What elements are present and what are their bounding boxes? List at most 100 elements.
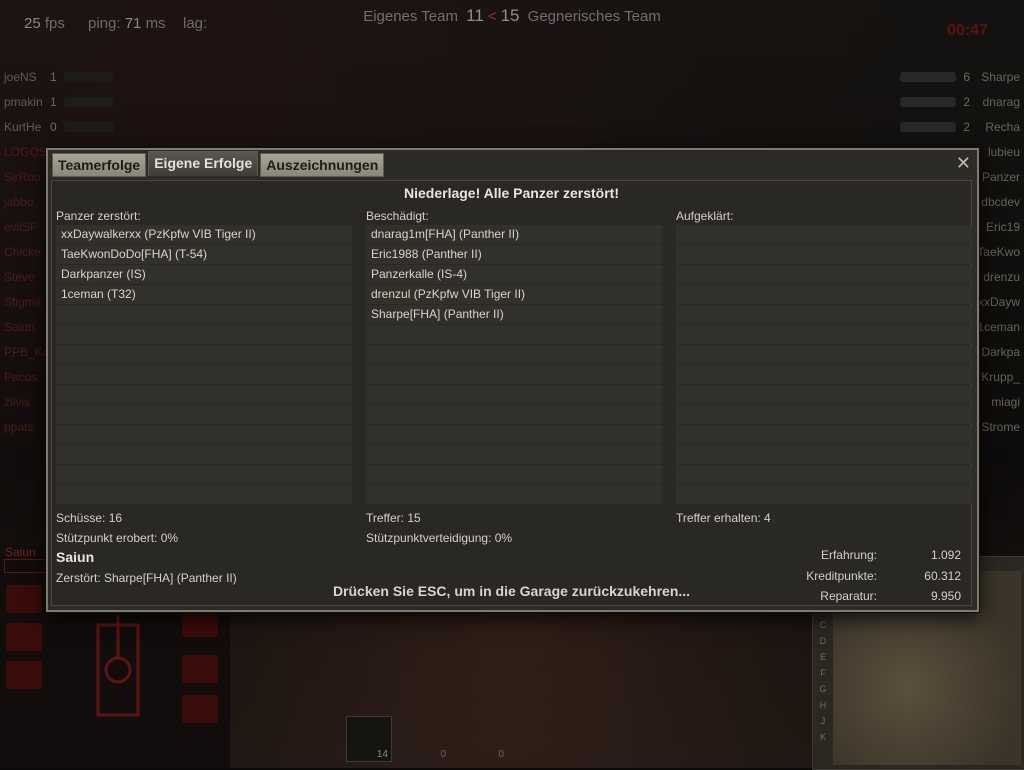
destroyed-list: xxDaywalkerxx (PzKpfw VIB Tiger II) TaeKw… xyxy=(56,225,352,505)
list-item xyxy=(56,385,352,404)
list-item xyxy=(56,425,352,444)
team-player-row: KurtHe 0 xyxy=(4,114,124,139)
list-item xyxy=(676,365,972,384)
team-player-row: joeNS 1 xyxy=(4,64,124,89)
top-hud: 25 fps ping: 71 ms lag: Eigenes Team 11 <… xyxy=(0,0,1024,40)
hud-player-name: Saiun xyxy=(5,545,36,559)
minimap-row-label: J xyxy=(820,716,826,726)
list-item xyxy=(676,305,972,324)
minimap-row-label: C xyxy=(819,620,827,630)
player-name: Stigma xyxy=(4,294,42,309)
team-player-row: pmakin 1 xyxy=(4,89,124,114)
player-name: TaeKwo xyxy=(977,244,1020,259)
reward-label: Kreditpunkte: xyxy=(806,569,877,583)
player-name: ppats xyxy=(4,419,34,434)
ammo-slot-3[interactable]: 0 xyxy=(462,716,508,762)
tank-icon xyxy=(900,71,956,82)
tab-auszeichnungen[interactable]: Auszeichnungen xyxy=(260,153,385,177)
player-name: evilSF xyxy=(4,219,38,234)
player-name: drenzu xyxy=(983,269,1020,284)
player-name: Krupp_ xyxy=(981,369,1020,384)
list-item: Eric1988 (Panther II) xyxy=(366,245,662,264)
crew-icon xyxy=(182,695,218,723)
battle-results-dialog: Teamerfolge Eigene Erfolge Auszeichnungen … xyxy=(46,148,979,612)
player-name: Sharpe xyxy=(981,69,1020,84)
list-item xyxy=(676,445,972,464)
frag-count: 1 xyxy=(50,94,57,109)
frag-count: 6 xyxy=(963,69,970,84)
battle-timer: 00:47 xyxy=(947,22,988,39)
player-name: Recha xyxy=(985,119,1020,134)
player-name: miagi xyxy=(991,394,1020,409)
team-player-row: Sharpe 6 xyxy=(890,64,1020,89)
tab-teamerfolge[interactable]: Teamerfolge xyxy=(52,153,147,177)
list-item xyxy=(366,465,662,484)
player-name: PPB_Ko xyxy=(4,344,50,359)
list-item: drenzul (PzKpfw VIB Tiger II) xyxy=(366,285,662,304)
minimap-row-label: E xyxy=(819,652,826,662)
results-panel: Niederlage! Alle Panzer zerstört! Panzer… xyxy=(51,180,972,606)
team-player-row: Recha 2 xyxy=(890,114,1020,139)
player-name: dbcdev xyxy=(981,194,1020,209)
list-item: Panzerkalle (IS-4) xyxy=(366,265,662,284)
minimap-row-labels: CDEFGHJK xyxy=(817,617,829,745)
close-icon[interactable]: ✕ xyxy=(956,153,971,173)
spotted-header: Aufgeklärt: xyxy=(676,209,734,223)
team-score: Eigenes Team 11 <15 Gegnerisches Team xyxy=(0,6,1024,26)
list-item: 1ceman (T32) xyxy=(56,285,352,304)
base-captured-stat: Stützpunkt erobert: 0% xyxy=(56,531,179,545)
crew-icon xyxy=(182,609,218,637)
ammo-slot-1[interactable]: 14 xyxy=(346,716,392,762)
enemy-score: 15 xyxy=(500,6,520,25)
reward-value: 60.312 xyxy=(924,569,961,583)
minimap-row-label: H xyxy=(819,700,827,710)
tank-icon xyxy=(900,96,956,107)
tank-icon xyxy=(64,121,114,132)
list-item xyxy=(676,425,972,444)
player-name: zilvis xyxy=(4,394,30,409)
player-name: KurtHe xyxy=(4,119,42,134)
list-item xyxy=(56,305,352,324)
list-item xyxy=(676,285,972,304)
destroyed-header: Panzer zerstört: xyxy=(56,209,141,223)
tab-eigene-erfolge[interactable]: Eigene Erfolge xyxy=(148,151,259,176)
tank-icon xyxy=(64,71,114,82)
list-item: dnarag1m[FHA] (Panther II) xyxy=(366,225,662,244)
player-name: Steve xyxy=(4,269,35,284)
list-item xyxy=(676,225,972,244)
shots-stat: Schüsse: 16 xyxy=(56,511,123,525)
damaged-list: dnarag1m[FHA] (Panther II) Eric1988 (Pant… xyxy=(366,225,662,505)
list-item xyxy=(676,325,972,344)
base-defended-stat: Stützpunktverteidigung: 0% xyxy=(366,531,513,545)
player-name: lubieu xyxy=(987,144,1020,159)
list-item: TaeKwonDoDo[FHA] (T-54) xyxy=(56,245,352,264)
list-item xyxy=(676,265,972,284)
player-name: Darkpa xyxy=(981,344,1020,359)
player-name: 1ceman xyxy=(977,319,1020,334)
frag-count: 0 xyxy=(50,119,57,134)
enemy-team-label: Gegnerisches Team xyxy=(527,8,661,25)
player-name: dnarag xyxy=(982,94,1020,109)
player-name: Saiun xyxy=(56,549,95,565)
list-item xyxy=(676,405,972,424)
spotted-list xyxy=(676,225,972,505)
ammo-slot-2[interactable]: 0 xyxy=(404,716,450,762)
list-item xyxy=(366,485,662,504)
team-player-row: dnarag 2 xyxy=(890,89,1020,114)
player-name: Saiun xyxy=(4,319,35,334)
player-name: jabbo xyxy=(4,194,34,209)
player-name: pmakin xyxy=(4,94,43,109)
list-item xyxy=(676,345,972,364)
player-name: Pacos xyxy=(4,369,38,384)
module-icon xyxy=(6,585,42,613)
list-item xyxy=(56,445,352,464)
minimap-row-label: K xyxy=(819,732,826,742)
tank-silhouette-icon xyxy=(96,615,140,717)
minimap-row-label: F xyxy=(820,668,826,678)
list-item: Sharpe[FHA] (Panther II) xyxy=(366,305,662,324)
hits-stat: Treffer: 15 xyxy=(366,511,421,525)
list-item xyxy=(366,365,662,384)
reward-label: Reparatur: xyxy=(820,589,877,603)
reward-label: Erfahrung: xyxy=(820,548,877,562)
tank-icon xyxy=(64,96,114,107)
